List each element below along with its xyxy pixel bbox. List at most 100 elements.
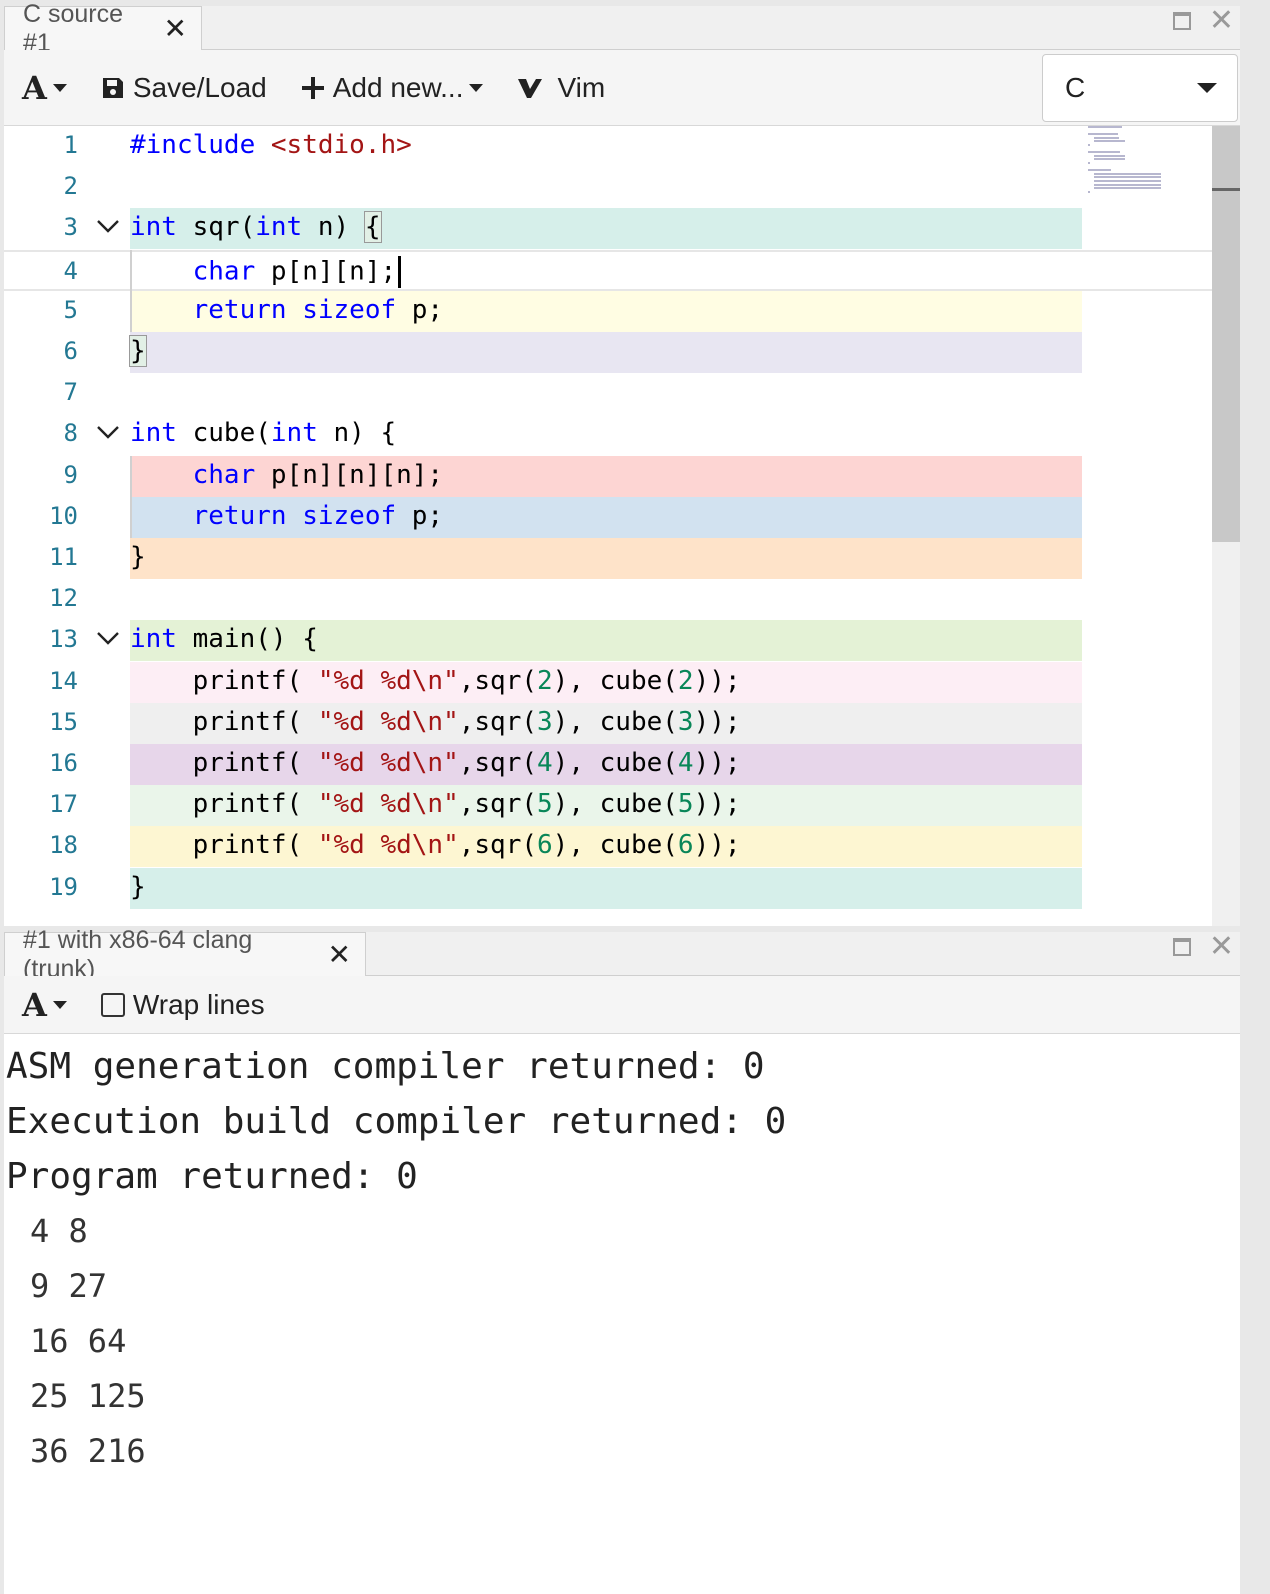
vim-toggle-button[interactable]: Vim — [517, 72, 605, 104]
maximize-icon[interactable] — [1172, 12, 1191, 30]
code-text: } — [130, 542, 146, 572]
line-number: 19 — [49, 872, 78, 901]
code-text: printf( "%d %d\n",sqr(4), cube(4)); — [130, 748, 741, 778]
chevron-down-icon[interactable] — [96, 218, 120, 239]
stdout-line: 25 125 — [30, 1377, 146, 1415]
font-size-button[interactable]: A — [22, 69, 67, 107]
code-line[interactable]: 16 printf( "%d %d\n",sqr(4), cube(4)); — [4, 744, 1212, 785]
indent-guide — [130, 249, 132, 332]
output-panel: #1 with x86-64 clang (trunk) ✕ ✕ A Wrap … — [4, 926, 1240, 1594]
output-tab[interactable]: #1 with x86-64 clang (trunk) ✕ — [4, 926, 366, 983]
chevron-down-icon[interactable] — [96, 630, 120, 651]
line-number: 12 — [49, 584, 78, 613]
code-text: } — [130, 871, 146, 902]
line-number: 10 — [49, 501, 78, 530]
source-panel: C source #1 ✕ ✕ A Save/Load Add new... V… — [4, 0, 1240, 926]
code-line[interactable]: 8 int cube(int n) { — [4, 414, 1212, 455]
code-line[interactable]: 14 printf( "%d %d\n",sqr(2), cube(2)); — [4, 661, 1212, 703]
code-line[interactable]: 6} — [4, 332, 1212, 373]
chevron-down-icon — [1197, 83, 1217, 93]
compiler-status-line: Program returned: 0 — [6, 1156, 418, 1197]
stdout-line: 36 216 — [30, 1432, 146, 1470]
code-line[interactable]: 12 — [4, 579, 1212, 620]
line-number: 3 — [63, 213, 78, 242]
code-line[interactable]: 15 printf( "%d %d\n",sqr(3), cube(3)); — [4, 702, 1212, 744]
output-tabbar: #1 with x86-64 clang (trunk) ✕ ✕ — [4, 926, 1240, 983]
code-line[interactable]: 17 printf( "%d %d\n",sqr(5), cube(5)); — [4, 785, 1212, 827]
indent-guide — [130, 455, 132, 538]
line-number: 13 — [49, 625, 78, 654]
code-line[interactable]: 10 return sizeof p; — [4, 496, 1212, 538]
line-number: 7 — [63, 378, 78, 407]
code-editor[interactable]: 1 #include <stdio.h> 2 3 int sqr(int n) { 4 c… — [4, 126, 1212, 926]
add-new-label: Add new... — [332, 71, 464, 103]
language-select-value: C — [1065, 72, 1086, 103]
close-icon[interactable]: ✕ — [164, 14, 187, 43]
chevron-down-icon[interactable] — [96, 424, 120, 445]
source-tab[interactable]: C source #1 ✕ — [4, 0, 202, 57]
code-line[interactable]: 2 — [4, 167, 1212, 208]
code-text: printf( "%d %d\n",sqr(2), cube(2)); — [130, 665, 741, 696]
line-number: 14 — [49, 666, 78, 695]
close-icon[interactable]: ✕ — [1209, 932, 1234, 962]
code-line[interactable]: 9 char p[n][n][n]; — [4, 455, 1212, 497]
code-line[interactable]: 19} — [4, 867, 1212, 909]
line-highlight — [130, 538, 1082, 579]
font-size-button[interactable]: A — [22, 986, 67, 1024]
output-tab-title: #1 with x86-64 clang (trunk) — [23, 925, 253, 983]
language-select[interactable]: C — [1042, 54, 1238, 122]
line-number: 18 — [49, 831, 78, 860]
code-text: #include <stdio.h> — [130, 130, 412, 160]
code-text: printf( "%d %d\n",sqr(6), cube(6)); — [130, 830, 741, 861]
vim-label: Vim — [557, 71, 606, 103]
plus-icon — [301, 76, 325, 100]
code-line[interactable]: 7 — [4, 373, 1212, 414]
code-line[interactable]: 1 #include <stdio.h> — [4, 126, 1212, 167]
caret-down-icon — [52, 1000, 67, 1009]
add-new-button[interactable]: Add new... — [301, 72, 484, 104]
line-number: 8 — [63, 419, 78, 448]
maximize-icon[interactable] — [1172, 938, 1191, 956]
code-text: char p[n][n][n]; — [192, 459, 444, 490]
line-highlight — [130, 867, 1082, 909]
line-highlight — [130, 332, 1082, 373]
line-number: 17 — [49, 790, 78, 819]
caret-down-icon — [469, 83, 484, 92]
wrap-lines-label: Wrap lines — [132, 988, 265, 1020]
code-line[interactable]: 3 int sqr(int n) { — [4, 208, 1212, 250]
line-number: 1 — [63, 131, 78, 159]
close-icon[interactable]: ✕ — [328, 940, 351, 969]
editor-scrollbar[interactable] — [1212, 126, 1240, 926]
output-window-controls: ✕ — [1172, 932, 1234, 962]
code-text: char p[n][n]; — [130, 255, 402, 288]
line-number: 16 — [49, 749, 78, 777]
font-icon: A — [22, 985, 47, 1024]
close-icon[interactable]: ✕ — [1209, 6, 1234, 36]
save-load-label: Save/Load — [132, 71, 267, 103]
source-window-controls: ✕ — [1172, 6, 1234, 36]
line-number: 4 — [63, 256, 78, 285]
code-line[interactable]: 18 printf( "%d %d\n",sqr(6), cube(6)); — [4, 826, 1212, 868]
code-text: return sizeof p; — [192, 500, 444, 531]
source-tabbar: C source #1 ✕ ✕ — [4, 0, 1240, 57]
stdout-line: 16 64 — [30, 1322, 127, 1360]
code-text: printf( "%d %d\n",sqr(3), cube(3)); — [130, 706, 741, 737]
caret-down-icon — [52, 83, 67, 92]
vim-logo-icon — [517, 76, 543, 100]
stdout-line: 4 8 — [30, 1212, 88, 1250]
code-text: int sqr(int n) { — [130, 211, 382, 244]
line-number: 5 — [63, 295, 78, 324]
wrap-lines-toggle[interactable]: Wrap lines — [100, 988, 265, 1021]
output-toolbar: A Wrap lines — [4, 976, 1240, 1034]
source-toolbar: A Save/Load Add new... Vim C — [4, 50, 1240, 126]
floppy-disk-icon — [101, 76, 125, 100]
text-cursor — [398, 255, 402, 288]
code-line[interactable]: 5 return sizeof p; — [4, 290, 1212, 332]
code-text: } — [129, 335, 147, 367]
code-line[interactable]: 4 char p[n][n]; — [4, 249, 1212, 291]
wrap-lines-checkbox[interactable] — [100, 992, 125, 1017]
line-number: 11 — [49, 543, 78, 571]
save-load-button[interactable]: Save/Load — [101, 72, 267, 104]
code-line[interactable]: 11} — [4, 538, 1212, 579]
code-line[interactable]: 13 int main() { — [4, 620, 1212, 662]
